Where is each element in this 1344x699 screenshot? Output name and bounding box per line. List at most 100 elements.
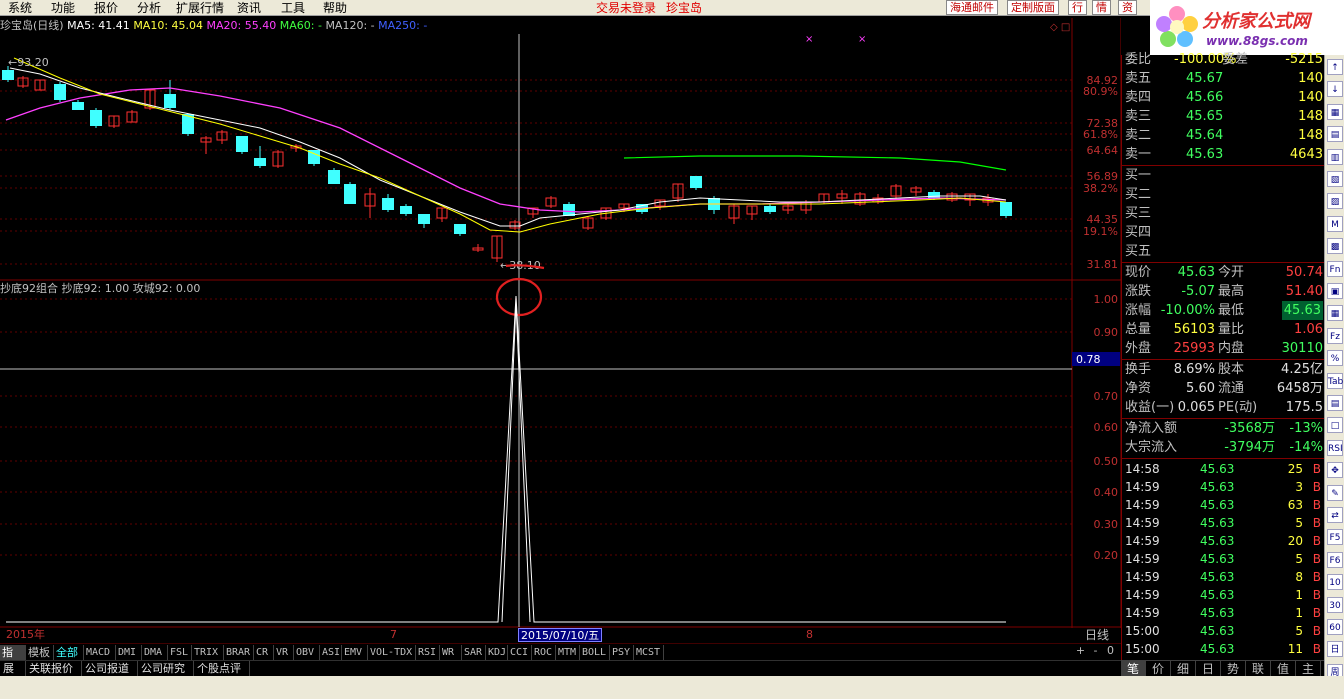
indicator-tab-dmi[interactable]: DMI (116, 645, 142, 660)
side-tool-icon[interactable]: RSI (1327, 439, 1343, 456)
quote-value-2: 50.74 (1285, 265, 1323, 280)
menu-bar: 系统 功能 报价 分析 扩展行情 资讯 工具 帮助 交易未登录 珍宝岛 海通邮件… (0, 0, 1344, 16)
quote-label: 现价 (1125, 265, 1152, 280)
right-tab-4[interactable]: 势 (1221, 661, 1246, 677)
right-tab-1[interactable]: 价 (1146, 661, 1171, 677)
side-tool-icon[interactable]: % (1327, 350, 1343, 367)
side-tool-icon[interactable]: F5 (1327, 529, 1343, 546)
side-tool-icon[interactable]: ▦ (1327, 103, 1343, 120)
right-tab-5[interactable]: 联 (1246, 661, 1271, 677)
zoom-out-button[interactable]: - (1088, 644, 1103, 658)
side-tool-icon[interactable]: ✎ (1327, 484, 1343, 501)
side-tool-icon[interactable]: Fn (1327, 260, 1343, 277)
haitong-mail-button[interactable]: 海通邮件 (946, 0, 998, 15)
side-tool-icon[interactable]: F6 (1327, 551, 1343, 568)
trade-login-status[interactable]: 交易未登录 (596, 0, 656, 16)
indicator-tick-label: 0.90 (1094, 326, 1119, 339)
indicator-tab-roc[interactable]: ROC (532, 645, 556, 660)
side-tool-icon[interactable]: ▥ (1327, 148, 1343, 165)
main-chart[interactable]: 84.9280.9%72.3861.8%64.6456.8938.2%44.35… (0, 18, 1121, 628)
indicator-tab-dma[interactable]: DMA (142, 645, 168, 660)
bottom-tab-0[interactable]: 展八 (0, 661, 26, 691)
menu-item-system[interactable]: 系统 (8, 0, 32, 16)
side-tool-icon[interactable]: ▦ (1327, 305, 1343, 322)
side-tool-icon[interactable]: ▣ (1327, 283, 1343, 299)
right-tab-3[interactable]: 日 (1196, 661, 1221, 677)
indicator-tab-asi[interactable]: ASI (320, 645, 342, 660)
menu-item-analysis[interactable]: 分析 (137, 0, 161, 16)
indicator-tab-rsi[interactable]: RSI (416, 645, 440, 660)
bottom-tab-4[interactable]: 个股点评 (194, 661, 250, 677)
quote-button-2[interactable]: 情 (1092, 0, 1111, 15)
bottom-tab-1[interactable]: 关联报价 (26, 661, 82, 677)
period-label[interactable]: 日线 (1073, 628, 1121, 642)
side-tool-icon[interactable]: 30 (1327, 596, 1343, 613)
side-tool-icon[interactable]: 60 (1327, 619, 1343, 635)
right-tab-6[interactable]: 值 (1271, 661, 1296, 677)
custom-layout-button[interactable]: 定制版面 (1007, 0, 1059, 15)
side-tool-icon[interactable]: ▨ (1327, 193, 1343, 210)
indicator-tab-模板[interactable]: 模板 (26, 645, 54, 660)
indicator-tab-macd[interactable]: MACD (84, 645, 116, 660)
indicator-tab-emv[interactable]: EMV (342, 645, 368, 660)
buy-level-row: 买五 (1122, 242, 1325, 261)
menu-item-function[interactable]: 功能 (51, 0, 75, 16)
side-tool-icon[interactable]: 日 (1327, 641, 1343, 658)
side-tool-icon[interactable]: ▤ (1327, 126, 1343, 143)
indicator-tab-cci[interactable]: CCI (508, 645, 532, 660)
indicator-tab-sar[interactable]: SAR (462, 645, 486, 660)
bottom-tab-2[interactable]: 公司报道 (82, 661, 138, 677)
menu-item-news[interactable]: 资讯 (237, 0, 261, 16)
tick-row: 14:59 45.63 5 B (1122, 514, 1325, 532)
side-tool-icon[interactable]: M (1327, 215, 1343, 232)
menu-item-tools[interactable]: 工具 (281, 0, 305, 16)
side-tool-icon[interactable]: ▩ (1327, 238, 1343, 255)
tick-volume: 5 (1295, 516, 1303, 530)
indicator-tab-指标[interactable]: 指标 (0, 645, 26, 674)
indicator-tab-wr[interactable]: WR (440, 645, 462, 660)
side-tool-icon[interactable]: ↑ (1327, 59, 1343, 75)
indicator-tab-obv[interactable]: OBV (294, 645, 320, 660)
app-window: 系统 功能 报价 分析 扩展行情 资讯 工具 帮助 交易未登录 珍宝岛 海通邮件… (0, 0, 1344, 699)
side-tool-icon[interactable]: ▧ (1327, 171, 1343, 187)
indicator-tab-brar[interactable]: BRAR (224, 645, 254, 660)
ma60-value: MA60: - (279, 19, 322, 32)
menu-item-help[interactable]: 帮助 (323, 0, 347, 16)
indicator-tab-kdj[interactable]: KDJ (486, 645, 508, 660)
quote-button-1[interactable]: 行 (1068, 0, 1087, 15)
indicator-tab-cr[interactable]: CR (254, 645, 274, 660)
zoom-reset-button[interactable]: 0 (1103, 644, 1118, 658)
bottom-tab-3[interactable]: 公司研究 (138, 661, 194, 677)
side-tool-icon[interactable]: ⇄ (1327, 507, 1343, 523)
quote-value: 0.065 (1177, 400, 1215, 415)
indicator-tab-psy[interactable]: PSY (610, 645, 634, 660)
indicator-tab-boll[interactable]: BOLL (580, 645, 610, 660)
side-tool-icon[interactable]: Tab (1327, 372, 1343, 389)
news-button[interactable]: 资 (1118, 0, 1137, 15)
indicator-tab-trix[interactable]: TRIX (192, 645, 224, 660)
indicator-tab-mcst[interactable]: MCST (634, 645, 664, 660)
indicator-tab-全部[interactable]: 全部 (54, 645, 84, 660)
right-tab-0[interactable]: 笔 (1121, 661, 1146, 677)
side-tool-icon[interactable]: □ (1327, 417, 1343, 434)
menu-item-quote[interactable]: 报价 (94, 0, 118, 16)
tick-row: 14:59 45.63 1 B (1122, 586, 1325, 604)
indicator-tab-vr[interactable]: VR (274, 645, 294, 660)
indicator-tab-fsl[interactable]: FSL (168, 645, 192, 660)
side-tool-icon[interactable]: ▤ (1327, 395, 1343, 411)
zoom-in-button[interactable]: + (1073, 644, 1088, 658)
right-tab-7[interactable]: 主 (1296, 661, 1321, 677)
indicator-tab-vol-tdx[interactable]: VOL-TDX (368, 645, 416, 660)
side-tool-icon[interactable]: Fz (1327, 327, 1343, 344)
indicator-tab-mtm[interactable]: MTM (556, 645, 580, 660)
side-tool-icon[interactable]: ↓ (1327, 81, 1343, 98)
menu-item-extended-quote[interactable]: 扩展行情 (176, 0, 224, 16)
side-tool-icon[interactable]: 10 (1327, 574, 1343, 591)
right-tab-2[interactable]: 细 (1171, 661, 1196, 677)
candle-body-down (72, 102, 84, 110)
ma10-value: MA10: 45.04 (133, 19, 204, 32)
moving-average-lines (5, 57, 1007, 233)
tick-row: 15:00 45.63 11 B (1122, 640, 1325, 658)
indicator-name[interactable]: 抄底92组合 (0, 282, 58, 295)
side-tool-icon[interactable]: ✥ (1327, 462, 1343, 479)
